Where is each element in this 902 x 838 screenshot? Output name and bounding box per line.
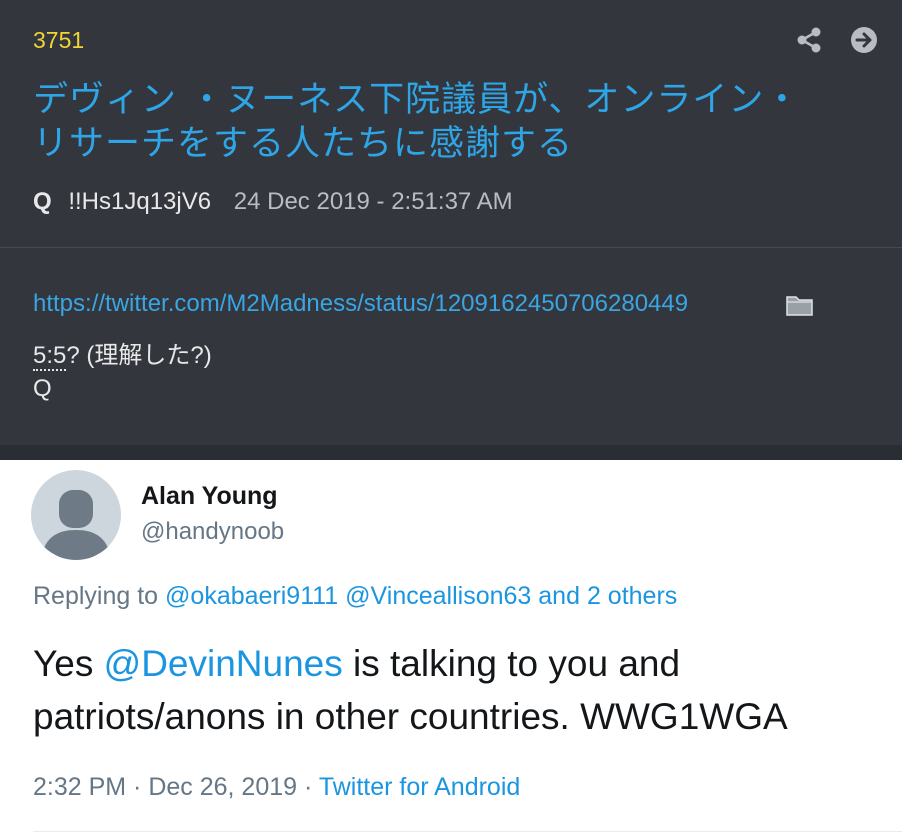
tweet-mention[interactable]: @DevinNunes [104,643,343,684]
twitter-link[interactable]: https://twitter.com/M2Madness/status/120… [33,290,688,318]
arrow-right-circle-icon[interactable] [850,26,878,54]
replying-to: Replying to @okabaeri9111 @Vinceallison6… [33,582,677,611]
tweet-source[interactable]: Twitter for Android [319,773,520,801]
reply-mention-1[interactable]: @okabaeri9111 [165,582,338,610]
post-meta: Q !!Hs1Jq13jV6 24 Dec 2019 - 2:51:37 AM [33,188,513,216]
tweet-text: Yes @DevinNunes is talking to you and pa… [33,637,883,743]
tweet-divider [33,831,902,832]
post-title-line2: リサーチをする人たちに感謝する [33,124,574,164]
tweet-author-name[interactable]: Alan Young [141,482,278,511]
note-text: ? (理解した?) [66,342,212,369]
tweet-footer: 2:32 PM · Dec 26, 2019 · Twitter for And… [33,773,520,802]
tweet-text-line1: Yes @DevinNunes is talking to you and [33,637,883,690]
post-tripcode: !!Hs1Jq13jV6 [68,188,212,215]
tweet-text-pre: Yes [33,643,104,684]
post-title-line1: デヴィン ・ヌーネス下院議員が、オンライン・ [33,80,801,120]
tweet-author-handle[interactable]: @handynoob [141,518,284,546]
replying-prefix: Replying to [33,582,166,610]
q-post-panel: 3751 デヴィン ・ヌーネス下院議員が、オンライン・ リサーチをする人たちに感… [0,0,902,460]
share-icon[interactable] [795,26,823,54]
post-author: Q [33,188,52,215]
folder-icon[interactable] [785,292,815,318]
note-code[interactable]: 5:5 [33,342,67,371]
post-note: 5:5? (理解した?) [33,335,212,371]
default-avatar-icon [41,490,111,560]
tweet-text-line2: patriots/anons in other countries. WWG1W… [33,696,788,737]
post-number[interactable]: 3751 [33,27,84,54]
avatar[interactable] [31,470,121,560]
post-title[interactable]: デヴィン ・ヌーネス下院議員が、オンライン・ リサーチをする人たちに感謝する [33,78,873,166]
tweet-text-rest: is talking to you and [342,643,681,684]
reply-mention-2[interactable]: @Vinceallison63 [345,582,531,610]
tweet-timestamp[interactable]: 2:32 PM · Dec 26, 2019 · [33,773,319,801]
reply-others[interactable]: and 2 others [538,582,677,610]
post-date: 24 Dec 2019 - 2:51:37 AM [233,188,513,215]
post-divider [0,247,902,248]
post-signature: Q [33,375,52,402]
tweet-card: Alan Young @handynoob Replying to @okaba… [0,460,902,838]
panel-footer-strip [0,445,902,460]
